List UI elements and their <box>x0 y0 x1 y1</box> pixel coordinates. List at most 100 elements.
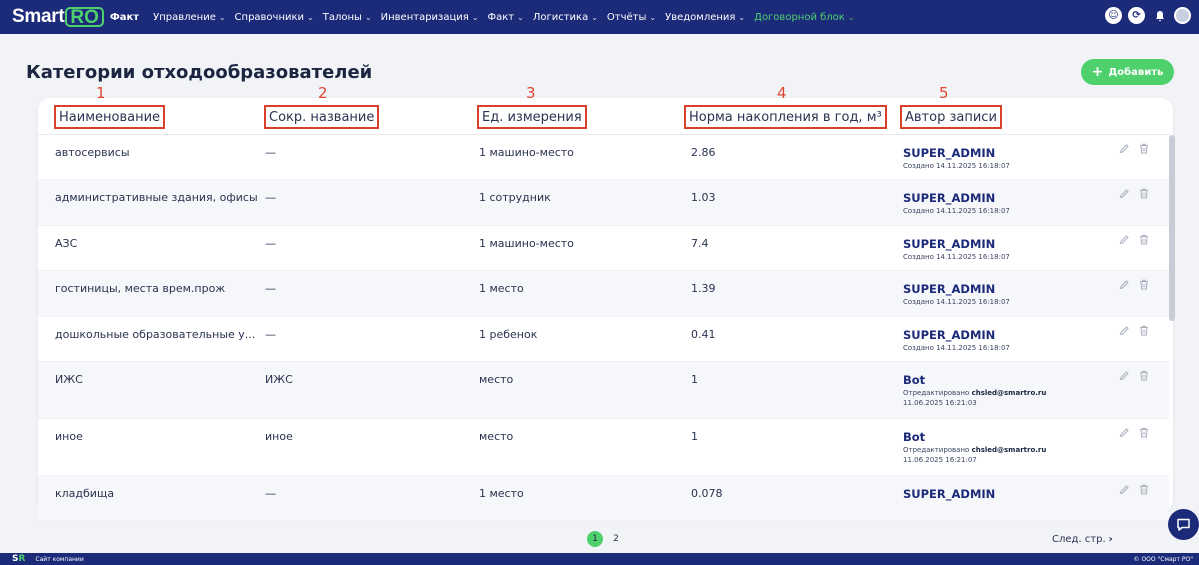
table-row[interactable]: иное иное место 1 Bot Отредактировано chsled@… <box>38 419 1169 476</box>
cell-short-name: — <box>265 282 276 296</box>
column-number-5: 5 <box>939 84 949 102</box>
refresh-icon[interactable]: ⟳ <box>1128 7 1145 24</box>
author-meta: Создано 14.11.2025 16:18:07 <box>903 344 1010 352</box>
author-name: SUPER_ADMIN <box>903 236 996 251</box>
delete-icon[interactable] <box>1137 426 1150 439</box>
footer-logo-right: R <box>18 554 26 564</box>
edit-icon[interactable] <box>1118 233 1131 246</box>
author-name: Bot <box>903 372 926 387</box>
edit-icon[interactable] <box>1118 483 1131 496</box>
author-name: Bot <box>903 429 926 444</box>
delete-icon[interactable] <box>1137 142 1150 155</box>
nav-item-6[interactable]: Отчёты ⌄ <box>607 12 656 23</box>
table-row[interactable]: автосервисы — 1 машино-место 2.86 SUPER_ADMI… <box>38 135 1169 181</box>
author-meta: Создано 14.11.2025 16:18:07 <box>903 298 1010 306</box>
column-header-unit[interactable]: Ед. измерения <box>477 105 587 129</box>
next-page-button[interactable]: След. стр. › <box>1052 534 1113 545</box>
add-button[interactable]: + Добавить <box>1081 59 1174 85</box>
cell-name: гостиницы, места врем.прож <box>55 282 226 296</box>
nav-item-label: Логистика <box>532 11 589 23</box>
nav-item-8[interactable]: Договорной блок ⌄ <box>754 12 854 23</box>
table-row[interactable]: дошкольные образовательные у... — 1 ребено… <box>38 317 1169 362</box>
delete-icon[interactable] <box>1137 187 1150 200</box>
column-header-short-name[interactable]: Сокр. название <box>264 105 380 129</box>
chevron-down-icon: ⌄ <box>738 12 746 22</box>
cell-short-name: — <box>265 236 276 250</box>
author-meta-text: Создано 14.11.2025 16:18:07 <box>903 207 1010 216</box>
column-number-4: 4 <box>777 84 787 102</box>
cell-author: SUPER_ADMIN Создано 14.11.2025 16:18:07 <box>903 282 1010 306</box>
chevron-down-icon: ⌄ <box>218 12 226 22</box>
cell-unit: место <box>479 372 514 386</box>
bell-icon[interactable] <box>1151 7 1168 24</box>
delete-icon[interactable] <box>1137 369 1150 382</box>
avatar[interactable] <box>1174 7 1191 24</box>
cell-unit: 1 сотрудник <box>479 191 551 205</box>
column-header-norm[interactable]: Норма накопления в год, м³ <box>684 105 887 129</box>
column-number-2: 2 <box>318 84 328 102</box>
author-meta: Создано 14.11.2025 16:18:07 <box>903 207 1010 215</box>
company-site-link[interactable]: Сайт компании <box>35 556 83 563</box>
nav-item-7[interactable]: Уведомления ⌄ <box>665 12 745 23</box>
nav-item-0[interactable]: Управление ⌄ <box>153 12 225 23</box>
delete-icon[interactable] <box>1137 324 1150 337</box>
cell-author: Bot Отредактировано chsled@smartro.ru 11.0… <box>903 373 1046 407</box>
page-number[interactable]: 2 <box>608 531 624 547</box>
top-icons: ☺ ⟳ <box>1099 7 1191 24</box>
edit-icon[interactable] <box>1118 278 1131 291</box>
author-name: SUPER_ADMIN <box>903 191 996 206</box>
cell-unit: 1 место <box>479 486 524 500</box>
cell-norm: 1.39 <box>691 282 716 296</box>
table-row[interactable]: АЗС — 1 машино-место 7.4 SUPER_ADMIN Создано … <box>38 226 1169 272</box>
author-meta-text: Создано 14.11.2025 16:18:07 <box>903 252 1010 261</box>
table-scrollbar[interactable] <box>1169 135 1175 321</box>
cell-norm: 0.41 <box>691 327 716 341</box>
edit-icon[interactable] <box>1118 426 1131 439</box>
delete-icon[interactable] <box>1137 233 1150 246</box>
nav-item-4[interactable]: Факт ⌄ <box>488 12 524 23</box>
edit-icon[interactable] <box>1118 369 1131 382</box>
edit-icon[interactable] <box>1118 324 1131 337</box>
chat-icon <box>1177 518 1190 531</box>
column-header-author[interactable]: Автор записи <box>900 105 1002 129</box>
cell-unit: место <box>479 429 514 443</box>
chat-button[interactable] <box>1168 509 1199 540</box>
table-row[interactable]: административные здания, офисы — 1 сотрудн… <box>38 180 1169 226</box>
chevron-down-icon: ⌄ <box>591 12 598 22</box>
cell-unit: 1 машино-место <box>479 236 574 250</box>
nav-item-2[interactable]: Талоны ⌄ <box>323 12 372 23</box>
chevron-down-icon: ⌄ <box>847 12 855 22</box>
cell-name: ИЖС <box>55 372 83 386</box>
column-header-name[interactable]: Наименование <box>54 105 166 129</box>
table-row[interactable]: кладбища — 1 место 0.078 SUPER_ADMIN <box>38 475 1169 522</box>
cell-name: автосервисы <box>55 146 130 159</box>
table-row[interactable]: гостиницы, места врем.прож — 1 место 1.39 SU… <box>38 271 1169 317</box>
cell-author: SUPER_ADMIN Создано 14.11.2025 16:18:07 <box>903 146 1010 170</box>
cell-norm: 0.078 <box>691 486 723 500</box>
cell-name: иное <box>55 429 83 443</box>
main-menu: Управление ⌄ Справочники ⌄ Талоны ⌄ Инвентариз… <box>153 12 863 23</box>
nav-item-1[interactable]: Справочники ⌄ <box>235 12 314 23</box>
edit-icon[interactable] <box>1118 142 1131 155</box>
footer: SR Сайт компании © ООО "Смарт РО" <box>0 553 1199 565</box>
delete-icon[interactable] <box>1137 278 1150 291</box>
edit-date: 11.06.2025 16:21:03 <box>903 398 977 407</box>
edit-icon[interactable] <box>1118 187 1131 200</box>
cell-unit: 1 ребенок <box>479 327 538 341</box>
chevron-down-icon: ⌄ <box>471 12 479 22</box>
author-meta: Создано 14.11.2025 16:18:07 <box>903 253 1010 261</box>
nav-item-label: Инвентаризация <box>380 11 469 23</box>
nav-item-label: Договорной блок <box>754 11 845 23</box>
row-actions <box>1118 324 1156 337</box>
row-actions <box>1118 278 1156 291</box>
author-name: SUPER_ADMIN <box>903 327 996 342</box>
cell-name: административные здания, офисы <box>55 191 258 205</box>
delete-icon[interactable] <box>1137 483 1150 496</box>
app-logo[interactable]: Smart RO Факт <box>12 0 139 34</box>
table-row[interactable]: ИЖС ИЖС место 1 Bot Отредактировано chsled@sm… <box>38 361 1169 419</box>
support-icon[interactable]: ☺ <box>1105 7 1122 24</box>
nav-item-label: Уведомления <box>665 11 736 23</box>
nav-item-3[interactable]: Инвентаризация ⌄ <box>381 12 479 23</box>
nav-item-5[interactable]: Логистика ⌄ <box>533 12 598 23</box>
page-number[interactable]: 1 <box>587 531 603 547</box>
